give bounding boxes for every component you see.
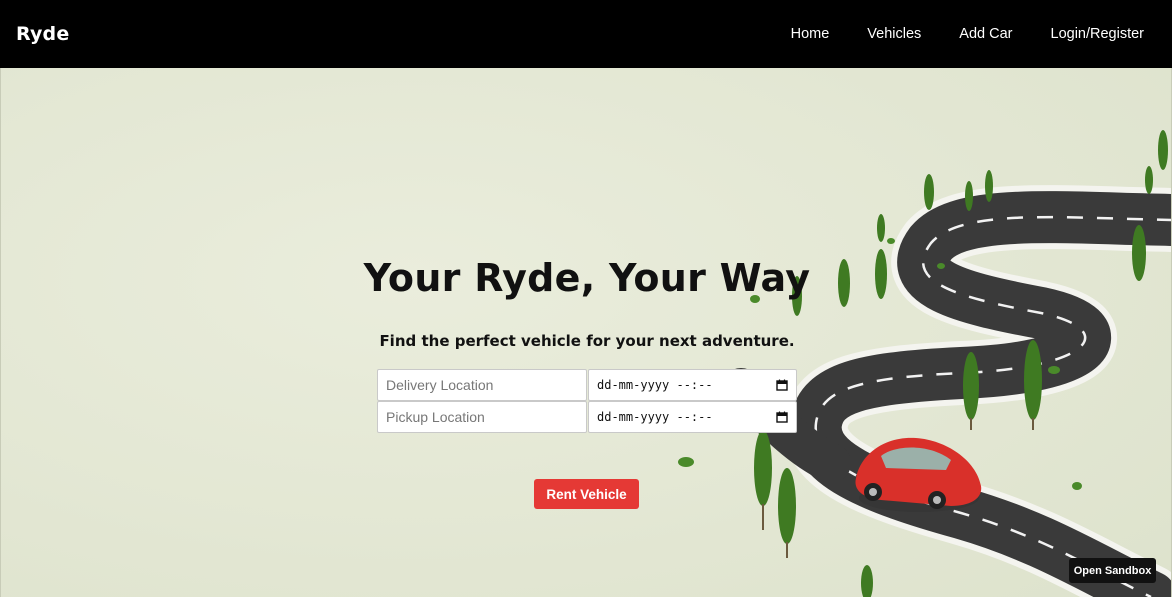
pickup-row: dd-mm-yyyy --:-- xyxy=(377,401,797,433)
delivery-row: dd-mm-yyyy --:-- xyxy=(377,369,797,401)
nav-link-vehicles[interactable]: Vehicles xyxy=(867,26,921,42)
nav-link-home[interactable]: Home xyxy=(791,26,830,42)
nav-link-login-register[interactable]: Login/Register xyxy=(1051,26,1145,42)
hero-section: Your Ryde, Your Way Find the perfect veh… xyxy=(0,68,1172,597)
pickup-datetime-input[interactable]: dd-mm-yyyy --:-- xyxy=(588,401,797,433)
hero-title: Your Ryde, Your Way xyxy=(363,256,811,300)
pickup-datetime-value: dd-mm-yyyy --:-- xyxy=(597,410,713,424)
nav-link-add-car[interactable]: Add Car xyxy=(959,26,1012,42)
delivery-location-input[interactable] xyxy=(377,369,587,401)
calendar-icon[interactable] xyxy=(776,379,788,391)
open-sandbox-button[interactable]: Open Sandbox xyxy=(1069,558,1156,583)
brand-logo[interactable]: Ryde xyxy=(16,23,69,45)
navbar: Ryde Home Vehicles Add Car Login/Registe… xyxy=(0,0,1172,68)
delivery-datetime-input[interactable]: dd-mm-yyyy --:-- xyxy=(588,369,797,401)
rent-vehicle-button[interactable]: Rent Vehicle xyxy=(534,479,639,509)
nav-links: Home Vehicles Add Car Login/Register xyxy=(753,26,1144,42)
delivery-datetime-value: dd-mm-yyyy --:-- xyxy=(597,378,713,392)
pickup-location-input[interactable] xyxy=(377,401,587,433)
calendar-icon[interactable] xyxy=(776,411,788,423)
hero-subtitle: Find the perfect vehicle for your next a… xyxy=(379,332,795,350)
